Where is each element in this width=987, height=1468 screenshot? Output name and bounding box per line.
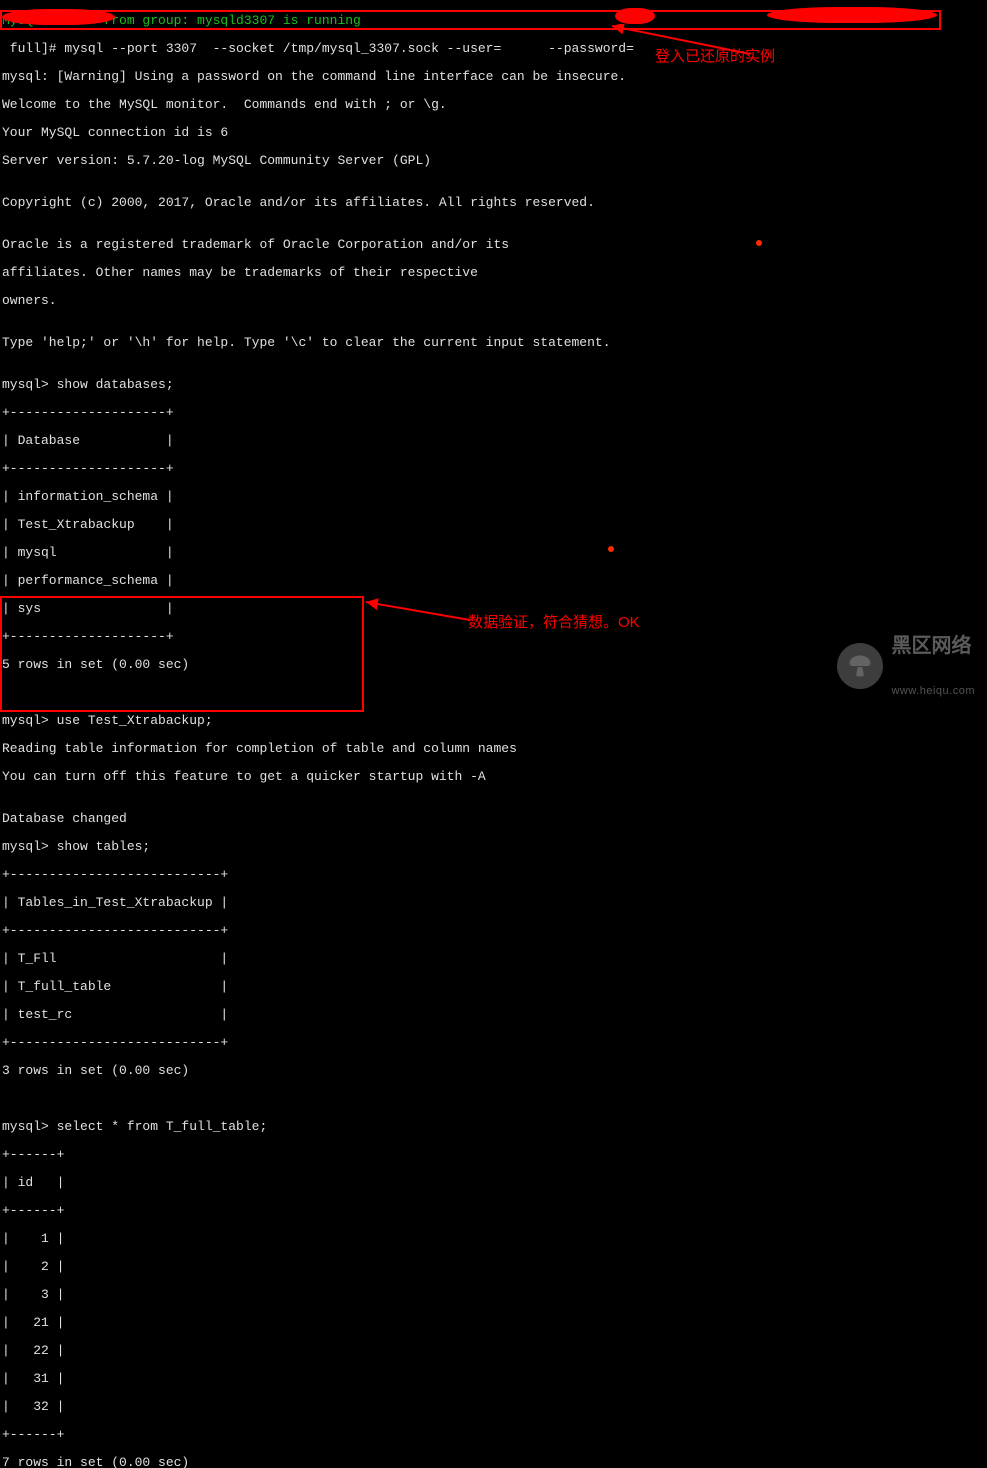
db-row-1: | Test_Xtrabackup | <box>2 518 642 532</box>
tables-row-1: | T_full_table | <box>2 980 642 994</box>
use-db-1: Reading table information for completion… <box>2 742 642 756</box>
tables-sep-bot: +---------------------------+ <box>2 1036 642 1050</box>
banner-11: Type 'help;' or '\h' for help. Type '\c'… <box>2 336 642 350</box>
blank2 <box>2 1092 642 1106</box>
show-db-cmd: mysql> show databases; <box>2 378 642 392</box>
terminal-output[interactable]: MySQL server from group: mysqld3307 is r… <box>0 0 644 1468</box>
tables-rows-msg: 3 rows in set (0.00 sec) <box>2 1064 642 1078</box>
watermark: 黑区网络 www.heiqu.com <box>837 606 975 726</box>
db-rows-msg: 5 rows in set (0.00 sec) <box>2 658 642 672</box>
prompt-command: full]# mysql --port 3307 --socket /tmp/m… <box>2 42 642 56</box>
id-sep-top: +------+ <box>2 1148 642 1162</box>
id-row-3: | 21 | <box>2 1316 642 1330</box>
db-row-0: | information_schema | <box>2 490 642 504</box>
mushroom-icon <box>837 643 883 689</box>
redaction-password <box>767 7 937 23</box>
watermark-url: www.heiqu.com <box>891 685 975 697</box>
line-top: MySQL server from group: mysqld3307 is r… <box>2 14 642 28</box>
use-db-0: mysql> use Test_Xtrabackup; <box>2 714 642 728</box>
banner-5: Copyright (c) 2000, 2017, Oracle and/or … <box>2 196 642 210</box>
annotation-login: 登入已还原的实例 <box>655 50 775 64</box>
watermark-title: 黑区网络 <box>891 635 975 657</box>
id-row-5: | 31 | <box>2 1372 642 1386</box>
banner-1: Welcome to the MySQL monitor. Commands e… <box>2 98 642 112</box>
id-row-0: | 1 | <box>2 1232 642 1246</box>
db-sep-bot: +--------------------+ <box>2 630 642 644</box>
use-db-2: You can turn off this feature to get a q… <box>2 770 642 784</box>
tables-sep-top: +---------------------------+ <box>2 868 642 882</box>
id-sep-mid: +------+ <box>2 1204 642 1218</box>
decorative-red-dot <box>756 240 762 246</box>
tables-header: | Tables_in_Test_Xtrabackup | <box>2 896 642 910</box>
select-cmd: mysql> select * from T_full_table; <box>2 1120 642 1134</box>
db-row-3: | performance_schema | <box>2 574 642 588</box>
show-tables-cmd: mysql> show tables; <box>2 840 642 854</box>
id-row-6: | 32 | <box>2 1400 642 1414</box>
db-header: | Database | <box>2 434 642 448</box>
id-header: | id | <box>2 1176 642 1190</box>
tables-row-2: | test_rc | <box>2 1008 642 1022</box>
blank1 <box>2 686 642 700</box>
banner-7: Oracle is a registered trademark of Orac… <box>2 238 642 252</box>
id-row-2: | 3 | <box>2 1288 642 1302</box>
tables-row-0: | T_Fll | <box>2 952 642 966</box>
db-row-2: | mysql | <box>2 546 642 560</box>
banner-9: owners. <box>2 294 642 308</box>
db-sep-mid: +--------------------+ <box>2 462 642 476</box>
banner-3: Server version: 5.7.20-log MySQL Communi… <box>2 154 642 168</box>
banner-8: affiliates. Other names may be trademark… <box>2 266 642 280</box>
tables-sep-mid: +---------------------------+ <box>2 924 642 938</box>
banner-2: Your MySQL connection id is 6 <box>2 126 642 140</box>
use-db-4: Database changed <box>2 812 642 826</box>
annotation-verify: 数据验证，符合猜想。OK <box>468 616 640 630</box>
id-row-4: | 22 | <box>2 1344 642 1358</box>
banner-0: mysql: [Warning] Using a password on the… <box>2 70 642 84</box>
id-rows-msg: 7 rows in set (0.00 sec) <box>2 1456 642 1468</box>
id-row-1: | 2 | <box>2 1260 642 1274</box>
id-sep-bot: +------+ <box>2 1428 642 1442</box>
db-sep-top: +--------------------+ <box>2 406 642 420</box>
